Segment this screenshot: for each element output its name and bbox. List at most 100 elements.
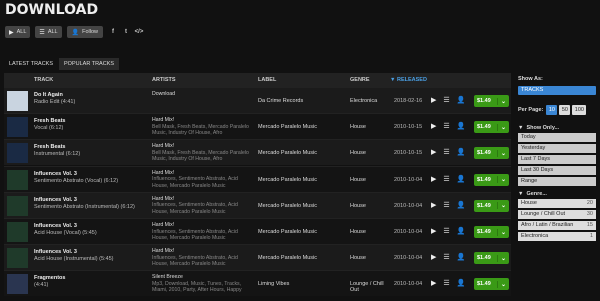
album-art[interactable] [7, 169, 28, 190]
track-genre[interactable]: House [350, 255, 392, 261]
chevron-down-icon[interactable]: ⌄ [497, 280, 509, 288]
artist-rest[interactable]: Mp3, Download, Music, Tunes, Tracks, Mia… [152, 281, 250, 294]
queue-icon[interactable]: ☰ [443, 201, 449, 209]
chevron-down-icon[interactable]: ⌄ [497, 149, 509, 157]
col-genre[interactable]: GENRE [350, 77, 370, 83]
facebook-icon[interactable]: f [108, 27, 118, 37]
genre-option[interactable]: House 20 [518, 199, 596, 208]
album-art[interactable] [7, 248, 28, 269]
play-icon[interactable]: ▶ [431, 122, 436, 130]
queue-icon[interactable]: ☰ [443, 253, 449, 261]
track-label[interactable]: Mercado Paralelo Music [258, 229, 317, 235]
track-genre[interactable]: House [350, 177, 392, 183]
track-label[interactable]: Mercado Paralelo Music [258, 150, 317, 156]
track-name[interactable]: Do It Again [34, 92, 63, 98]
buy-button[interactable]: $1.49 ⌄ [474, 147, 509, 160]
track-name[interactable]: Fresh Beats [34, 118, 66, 124]
album-art[interactable] [7, 274, 28, 295]
chevron-down-icon[interactable]: ⌄ [497, 228, 509, 236]
chevron-down-icon[interactable]: ⌄ [497, 97, 509, 105]
track-name[interactable]: Influences Vol. 3 [34, 249, 77, 255]
add-user-icon[interactable]: 👤 [457, 122, 466, 130]
queue-icon[interactable]: ☰ [443, 279, 449, 287]
genre-option[interactable]: Lounge / Chill Out 30 [518, 210, 596, 219]
add-user-icon[interactable]: 👤 [457, 96, 466, 104]
play-icon[interactable]: ▶ [431, 253, 436, 261]
show-as-tracks-button[interactable]: TRACKS [518, 86, 596, 95]
follow-button[interactable]: 👤 Follow [66, 26, 103, 38]
play-icon[interactable]: ▶ [431, 96, 436, 104]
play-icon[interactable]: ▶ [431, 279, 436, 287]
add-user-icon[interactable]: 👤 [457, 201, 466, 209]
play-icon[interactable]: ▶ [431, 201, 436, 209]
play-icon[interactable]: ▶ [431, 175, 436, 183]
album-art[interactable] [7, 143, 28, 164]
show-only-option[interactable]: Yesterday [518, 144, 596, 153]
queue-icon[interactable]: ☰ [443, 96, 449, 104]
track-name[interactable]: Fragmentos [34, 275, 65, 281]
buy-button[interactable]: $1.49 ⌄ [474, 121, 509, 134]
artist-rest[interactable]: Influences, Sentimento Abstrato, Acid Ho… [152, 202, 250, 215]
per-page-option[interactable]: 100 [572, 105, 587, 115]
twitter-icon[interactable]: t [121, 27, 131, 37]
per-page-option[interactable]: 50 [559, 105, 571, 115]
track-genre[interactable]: House [350, 203, 392, 209]
track-name[interactable]: Influences Vol. 3 [34, 197, 77, 203]
genre-option[interactable]: Electronica 1 [518, 232, 596, 241]
album-art[interactable] [7, 91, 28, 111]
genre-option[interactable]: Afro / Latin / Brazilian 15 [518, 221, 596, 230]
chevron-down-icon[interactable]: ⌄ [497, 254, 509, 262]
add-user-icon[interactable]: 👤 [457, 253, 466, 261]
col-artists[interactable]: ARTISTS [152, 77, 176, 83]
add-user-icon[interactable]: 👤 [457, 148, 466, 156]
buy-button[interactable]: $1.49 ⌄ [474, 252, 509, 265]
queue-icon[interactable]: ☰ [443, 175, 449, 183]
track-label[interactable]: Mercado Paralelo Music [258, 203, 317, 209]
artist-first[interactable]: Download [152, 91, 250, 98]
artist-rest[interactable]: Influences, Sentimento Abstrato, Acid Ho… [152, 176, 250, 189]
buy-button[interactable]: $1.49 ⌄ [474, 226, 509, 238]
add-user-icon[interactable]: 👤 [457, 279, 466, 287]
track-label[interactable]: Liming Vibes [258, 281, 289, 287]
chevron-down-icon[interactable]: ⌄ [497, 202, 509, 210]
track-genre[interactable]: House [350, 229, 392, 235]
add-user-icon[interactable]: 👤 [457, 227, 466, 235]
col-track[interactable]: TRACK [34, 77, 53, 83]
track-name[interactable]: Fresh Beats [34, 144, 66, 150]
chevron-down-icon[interactable]: ⌄ [497, 176, 509, 184]
buy-button[interactable]: $1.49 ⌄ [474, 199, 509, 212]
queue-all-button[interactable]: ☰ ALL [35, 26, 62, 38]
track-genre[interactable]: Lounge / Chill Out [350, 281, 392, 293]
track-genre[interactable]: House [350, 124, 392, 130]
chevron-down-icon[interactable]: ⌄ [497, 123, 509, 131]
buy-button[interactable]: $1.49 ⌄ [474, 95, 509, 107]
per-page-option[interactable]: 10 [546, 105, 558, 115]
tab-popular-tracks[interactable]: POPULAR TRACKS [59, 58, 120, 70]
buy-button[interactable]: $1.49 ⌄ [474, 173, 509, 186]
track-genre[interactable]: House [350, 150, 392, 156]
track-label[interactable]: Da Crime Records [258, 98, 303, 104]
col-released[interactable]: ▼ RELEASED [390, 77, 427, 83]
album-art[interactable] [7, 195, 28, 216]
track-label[interactable]: Mercado Paralelo Music [258, 255, 317, 261]
artist-rest[interactable]: Influences, Sentimento Abstrato, Acid Ho… [152, 229, 250, 242]
show-only-option[interactable]: Range [518, 177, 596, 186]
queue-icon[interactable]: ☰ [443, 227, 449, 235]
artist-rest[interactable]: Bell Mask, Fresh Beats, Mercado Paralelo… [152, 150, 250, 163]
add-user-icon[interactable]: 👤 [457, 175, 466, 183]
play-all-button[interactable]: ▶ ALL [5, 26, 31, 38]
queue-icon[interactable]: ☰ [443, 148, 449, 156]
track-label[interactable]: Mercado Paralelo Music [258, 124, 317, 130]
play-icon[interactable]: ▶ [431, 227, 436, 235]
track-genre[interactable]: Electronica [350, 98, 392, 104]
track-label[interactable]: Mercado Paralelo Music [258, 177, 317, 183]
play-icon[interactable]: ▶ [431, 148, 436, 156]
show-only-option[interactable]: Last 7 Days [518, 155, 596, 164]
artist-rest[interactable]: Bell Mask, Fresh Beats, Mercado Paralelo… [152, 124, 250, 137]
tab-latest-tracks[interactable]: LATEST TRACKS [4, 58, 59, 70]
queue-icon[interactable]: ☰ [443, 122, 449, 130]
artist-rest[interactable]: Influences, Sentimento Abstrato, Acid Ho… [152, 255, 250, 268]
show-only-option[interactable]: Today [518, 133, 596, 142]
buy-button[interactable]: $1.49 ⌄ [474, 278, 509, 291]
track-name[interactable]: Influences Vol. 3 [34, 223, 77, 229]
